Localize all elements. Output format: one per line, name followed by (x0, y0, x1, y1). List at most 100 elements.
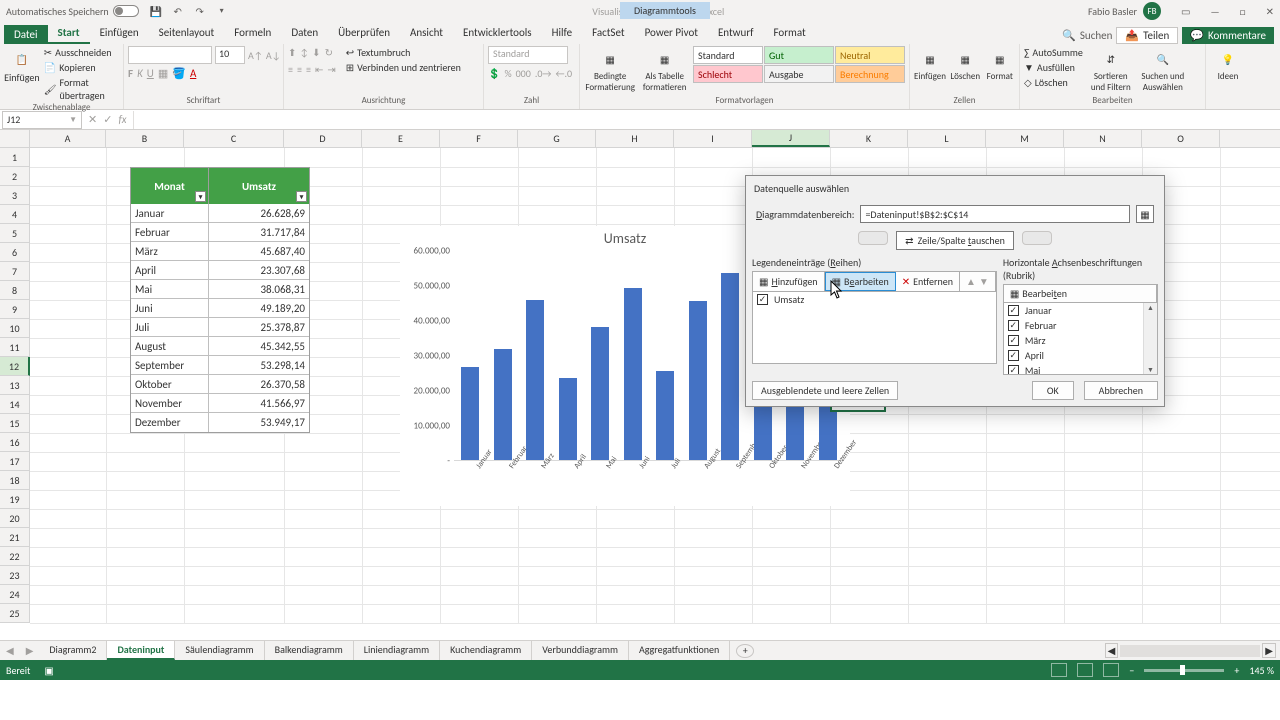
tab-start[interactable]: Start (48, 23, 90, 44)
style-neutral[interactable]: Neutral (835, 46, 905, 64)
cell[interactable]: 45.687,40 (209, 242, 309, 261)
save-icon[interactable]: 💾 (149, 4, 163, 18)
tab-format[interactable]: Format (764, 23, 816, 44)
table-row[interactable]: September53.298,14 (131, 356, 309, 375)
scrollbar[interactable]: ▲▼ (1143, 303, 1157, 374)
conditional-format-button[interactable]: ▦Bedingte Formatierung (584, 46, 636, 95)
checkbox-checked-icon[interactable]: ✓ (757, 294, 768, 305)
tab-daten[interactable]: Daten (281, 23, 328, 44)
row-header[interactable]: 23 (0, 566, 30, 585)
row-header[interactable]: 17 (0, 452, 30, 471)
cell[interactable]: April (131, 261, 209, 280)
row-header[interactable]: 15 (0, 414, 30, 433)
style-standard[interactable]: Standard (693, 46, 763, 64)
align-center-icon[interactable]: ≡ (297, 63, 302, 76)
col-header[interactable]: O (1142, 130, 1220, 147)
series-listbox[interactable]: ✓Umsatz (752, 292, 997, 364)
cell[interactable]: Januar (131, 204, 209, 223)
close-icon[interactable]: ✕ (1266, 5, 1274, 18)
hscrollbar[interactable] (1120, 645, 1260, 657)
sheet-nav-next-icon[interactable]: ▶ (20, 644, 40, 657)
underline-icon[interactable]: U (147, 67, 154, 80)
fill-button[interactable]: ▼Ausfüllen (1024, 61, 1083, 74)
chart-bar[interactable] (526, 300, 544, 460)
cell-styles-gallery[interactable]: Standard Gut Neutral Schlecht Ausgabe Be… (693, 46, 905, 83)
table-header-monat[interactable]: Monat▾ (131, 168, 209, 204)
tab-einfügen[interactable]: Einfügen (90, 23, 149, 44)
fx-icon[interactable]: fx (118, 113, 126, 126)
row-header[interactable]: 24 (0, 585, 30, 604)
copy-button[interactable]: 📄Kopieren (44, 61, 119, 74)
cell[interactable]: 49.189,20 (209, 299, 309, 318)
tab-überprüfen[interactable]: Überprüfen (328, 23, 400, 44)
align-right-icon[interactable]: ≡ (306, 63, 311, 76)
sheet-tab[interactable]: Diagramm2 (39, 641, 107, 660)
tab-hilfe[interactable]: Hilfe (542, 23, 582, 44)
cell[interactable]: 26.370,58 (209, 375, 309, 394)
add-series-button[interactable]: ▦Hinzufügen (753, 272, 825, 291)
filter-icon[interactable]: ▾ (195, 191, 206, 202)
col-header[interactable]: A (30, 130, 106, 147)
chart-bar[interactable] (689, 301, 707, 460)
tab-entwurf[interactable]: Entwurf (708, 23, 764, 44)
maximize-icon[interactable]: □ (1240, 5, 1246, 18)
sheet-tab[interactable]: Säulendiagramm (175, 641, 264, 660)
decrease-font-icon[interactable]: A↓ (266, 49, 281, 62)
sheet-tab[interactable]: Kuchendiagramm (440, 641, 532, 660)
cell[interactable]: 38.068,31 (209, 280, 309, 299)
merge-button[interactable]: ⊞Verbinden und zentrieren (346, 61, 461, 74)
collapse-range-icon[interactable]: ▦ (1136, 205, 1154, 223)
table-row[interactable]: November41.566,97 (131, 394, 309, 413)
font-select[interactable] (128, 46, 212, 64)
align-left-icon[interactable]: ≡ (288, 63, 293, 76)
row-header[interactable]: 8 (0, 281, 30, 300)
table-row[interactable]: April23.307,68 (131, 261, 309, 280)
col-header[interactable]: J (752, 130, 830, 147)
style-schlecht[interactable]: Schlecht (693, 65, 763, 83)
edit-series-button[interactable]: ▦Bearbeiten (825, 272, 896, 291)
row-header[interactable]: 19 (0, 490, 30, 509)
chart-range-input[interactable]: =Dateninput!$B$2:$C$14 (860, 205, 1130, 223)
chart-bar[interactable] (461, 367, 479, 460)
tab-formeln[interactable]: Formeln (224, 23, 281, 44)
border-icon[interactable]: ▦ (158, 67, 168, 80)
enter-fx-icon[interactable]: ✓ (103, 113, 112, 126)
chart-bar[interactable] (721, 273, 739, 460)
page-layout-view-icon[interactable] (1077, 663, 1093, 677)
new-sheet-button[interactable]: + (736, 644, 754, 658)
tab-ansicht[interactable]: Ansicht (400, 23, 453, 44)
style-berechnung[interactable]: Berechnung (835, 65, 905, 83)
switch-row-col-button[interactable]: ⇄Zeile/Spalte tauschen (896, 231, 1014, 250)
row-header[interactable]: 20 (0, 509, 30, 528)
row-header[interactable]: 1 (0, 148, 30, 167)
table-row[interactable]: Dezember53.949,17 (131, 413, 309, 432)
ribbon-options-icon[interactable]: ▭ (1181, 5, 1190, 18)
cell[interactable]: Oktober (131, 375, 209, 394)
move-series-buttons[interactable]: ▲▼ (960, 272, 996, 291)
ok-button[interactable]: OK (1032, 381, 1074, 400)
cell[interactable]: September (131, 356, 209, 375)
undo-icon[interactable]: ↶ (171, 4, 185, 18)
cell[interactable]: Februar (131, 223, 209, 242)
edit-axis-button[interactable]: ▦Bearbeiten (1004, 285, 1157, 302)
chart-bar[interactable] (494, 349, 512, 460)
orientation-icon[interactable]: ↻ (325, 46, 333, 59)
tab-entwicklertools[interactable]: Entwicklertools (453, 23, 542, 44)
formula-input[interactable] (133, 111, 1280, 129)
sheet-tab[interactable]: Liniendiagramm (354, 641, 440, 660)
normal-view-icon[interactable] (1051, 663, 1067, 677)
dec-inc-icon[interactable]: .0→ (535, 67, 552, 80)
row-header[interactable]: 16 (0, 433, 30, 452)
col-header[interactable]: E (362, 130, 440, 147)
cell[interactable]: November (131, 394, 209, 413)
scroll-up-icon[interactable]: ▲ (1147, 303, 1154, 312)
sheet-tab[interactable]: Verbunddiagramm (532, 641, 629, 660)
cell[interactable]: 53.949,17 (209, 413, 309, 432)
col-header[interactable]: G (518, 130, 596, 147)
col-header[interactable]: B (106, 130, 184, 147)
share-button[interactable]: 📤 Teilen (1116, 27, 1178, 44)
autosave-toggle[interactable]: Automatisches Speichern (6, 5, 139, 18)
col-header[interactable]: I (674, 130, 752, 147)
sort-filter-button[interactable]: ⇵Sortieren und Filtern (1087, 46, 1135, 95)
row-header[interactable]: 13 (0, 376, 30, 395)
